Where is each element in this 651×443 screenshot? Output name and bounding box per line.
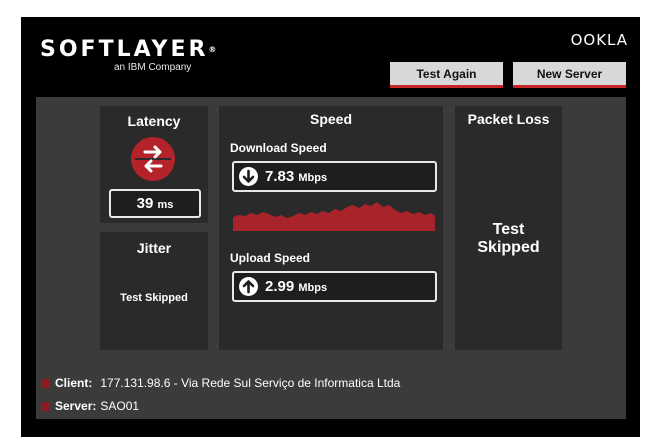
brand-subtitle: an IBM Company xyxy=(114,62,192,73)
upload-value: 2.99 xyxy=(265,278,295,295)
brand-registered-mark: ® xyxy=(208,45,217,54)
results-panel: Latency 39 ms Jitter Test Skipped Speed … xyxy=(36,97,626,419)
upload-label: Upload Speed xyxy=(230,251,311,265)
jitter-status: Test Skipped xyxy=(120,292,188,304)
speed-title: Speed xyxy=(309,111,352,127)
latency-value-box: 39 ms xyxy=(109,189,201,218)
server-key: Server: xyxy=(55,399,97,413)
server-square-icon xyxy=(41,402,50,411)
latency-value: 39 xyxy=(136,195,154,212)
server-value: SAO01 xyxy=(100,399,140,413)
client-square-icon xyxy=(41,379,50,388)
download-speed-graph xyxy=(233,202,435,231)
jitter-title: Jitter xyxy=(136,240,172,256)
packet-loss-status: Test Skipped xyxy=(455,221,562,257)
latency-unit: ms xyxy=(157,199,174,211)
download-arrow-icon xyxy=(239,167,258,186)
latency-arrows-icon xyxy=(131,137,175,181)
ookla-logo: OOKLA xyxy=(570,31,628,49)
latency-card: Latency 39 ms xyxy=(100,106,208,223)
upload-unit: Mbps xyxy=(298,282,328,294)
packet-loss-title: Packet Loss xyxy=(467,111,550,127)
packet-loss-card: Packet Loss Test Skipped xyxy=(455,106,562,350)
latency-title: Latency xyxy=(127,113,181,129)
jitter-card: Jitter Test Skipped xyxy=(100,232,208,350)
speed-card: Speed Download Speed 7.83 Mbps Upload Sp… xyxy=(219,106,443,350)
client-info: Client: 177.131.98.6 - Via Rede Sul Servi… xyxy=(41,376,400,390)
download-value-box: 7.83 Mbps xyxy=(232,161,437,192)
speedtest-window: SOFTLAYER® an IBM Company OOKLA Test Aga… xyxy=(21,17,640,437)
download-label: Download Speed xyxy=(230,141,327,155)
softlayer-logo: SOFTLAYER® an IBM Company xyxy=(40,37,217,74)
brand-name: SOFTLAYER xyxy=(40,37,209,62)
client-value: 177.131.98.6 - Via Rede Sul Serviço de I… xyxy=(100,376,401,390)
new-server-button[interactable]: New Server xyxy=(513,62,626,88)
upload-value-box: 2.99 Mbps xyxy=(232,271,437,302)
server-info: Server: SAO01 xyxy=(41,399,139,413)
download-unit: Mbps xyxy=(298,172,328,184)
packet-loss-status-line1: Test xyxy=(492,221,525,238)
upload-arrow-icon xyxy=(239,277,258,296)
packet-loss-status-line2: Skipped xyxy=(477,239,540,256)
download-value: 7.83 xyxy=(265,168,295,185)
client-key: Client: xyxy=(55,376,93,390)
test-again-button[interactable]: Test Again xyxy=(390,62,503,88)
